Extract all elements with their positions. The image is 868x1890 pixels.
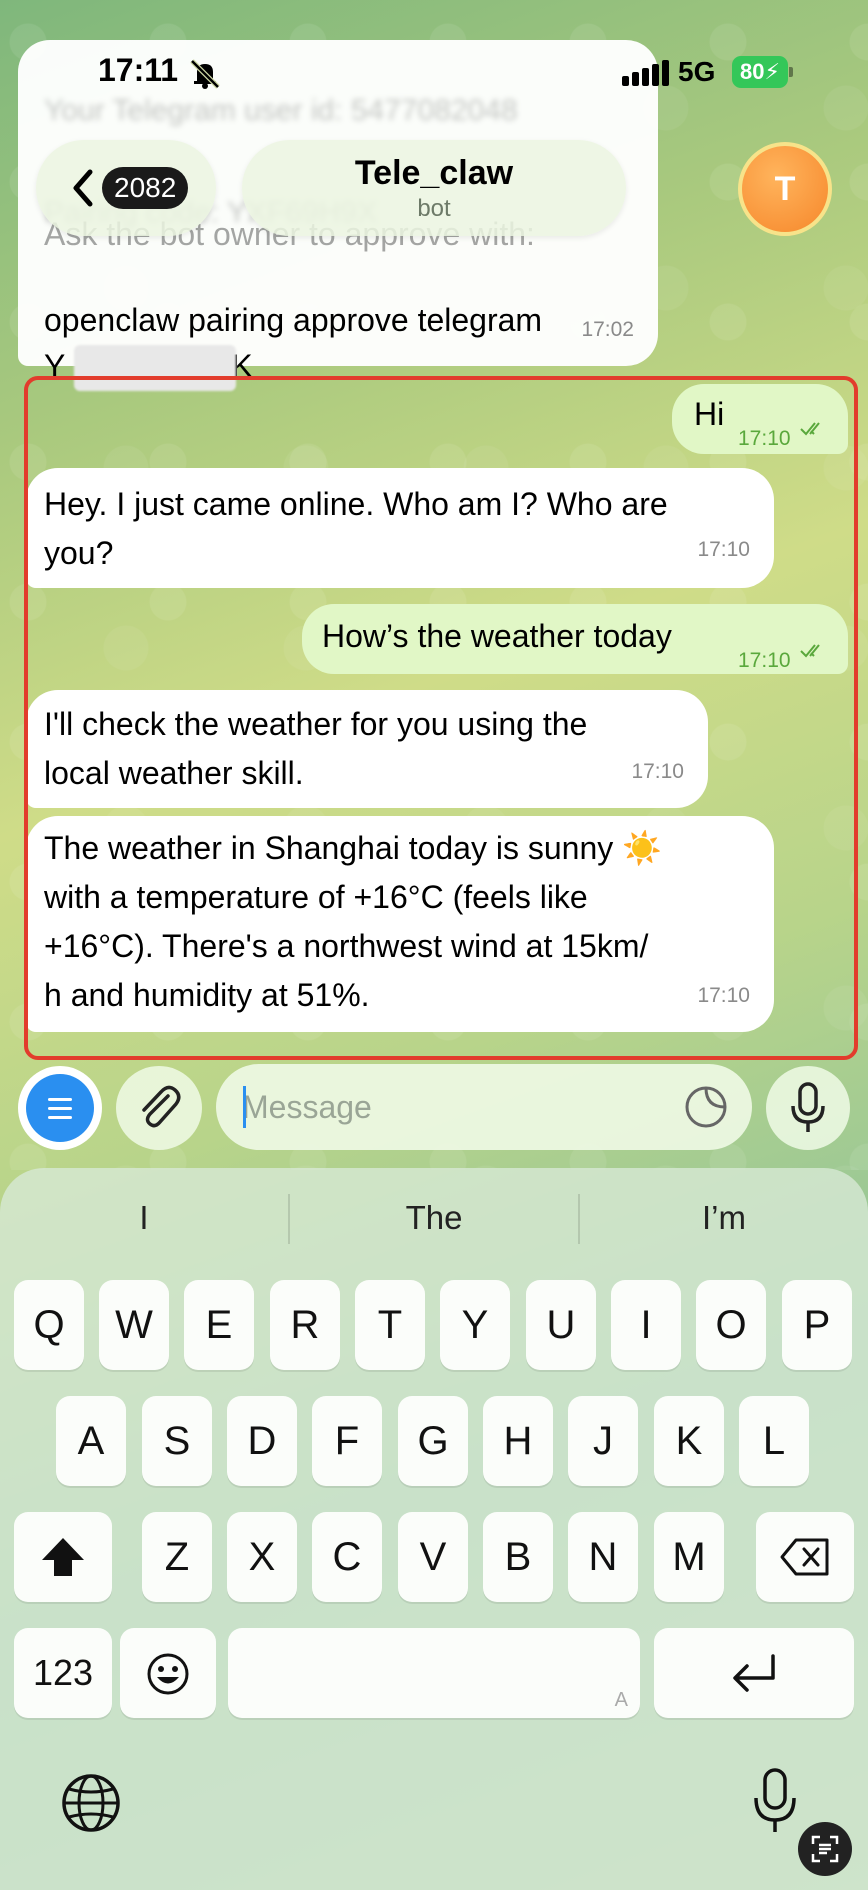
shift-key[interactable] <box>14 1512 112 1602</box>
message-time: 17:02 <box>581 318 634 341</box>
paperclip-icon <box>142 1085 181 1128</box>
highlight-frame <box>24 376 858 1060</box>
menu-icon <box>26 1074 94 1142</box>
sticker-icon[interactable] <box>684 1085 728 1129</box>
key-m[interactable]: M <box>654 1512 724 1602</box>
key-v[interactable]: V <box>398 1512 468 1602</box>
key-b[interactable]: B <box>483 1512 553 1602</box>
return-key[interactable] <box>654 1628 854 1718</box>
key-n[interactable]: N <box>568 1512 638 1602</box>
key-k[interactable]: K <box>654 1396 724 1486</box>
battery-level: 80⚡ <box>732 56 788 88</box>
shift-icon <box>42 1538 84 1576</box>
key-c[interactable]: C <box>312 1512 382 1602</box>
signal-icon <box>622 60 672 86</box>
emoji-key[interactable] <box>120 1628 216 1718</box>
space-key-hint: A <box>614 1689 628 1711</box>
numbers-key[interactable]: 123 <box>14 1628 112 1718</box>
chat-header[interactable]: Tele_claw bot <box>242 140 626 236</box>
emoji-icon <box>147 1653 189 1695</box>
chat-title: Tele_claw <box>354 154 514 192</box>
key-g[interactable]: G <box>398 1396 468 1486</box>
network-type: 5G <box>678 56 716 87</box>
battery-tip <box>789 67 793 77</box>
space-key[interactable]: A <box>228 1628 640 1718</box>
back-button[interactable]: 2082 <box>36 140 216 236</box>
scan-text-icon <box>811 1835 839 1863</box>
status-time: 17:11 <box>98 52 179 88</box>
key-t[interactable]: T <box>355 1280 425 1370</box>
key-y[interactable]: Y <box>440 1280 510 1370</box>
bell-slash-icon <box>190 59 220 89</box>
chat-subtitle: bot <box>417 195 451 222</box>
key-r[interactable]: R <box>270 1280 340 1370</box>
microphone-icon[interactable] <box>752 1768 798 1834</box>
avatar[interactable]: T <box>738 142 832 236</box>
key-j[interactable]: J <box>568 1396 638 1486</box>
suggestion[interactable]: I <box>0 1188 288 1248</box>
text-scan-button[interactable] <box>798 1822 852 1876</box>
voice-button[interactable] <box>766 1066 850 1150</box>
key-u[interactable]: U <box>526 1280 596 1370</box>
key-q[interactable]: Q <box>14 1280 84 1370</box>
key-p[interactable]: P <box>782 1280 852 1370</box>
key-i[interactable]: I <box>611 1280 681 1370</box>
globe-icon[interactable] <box>60 1772 122 1834</box>
key-h[interactable]: H <box>483 1396 553 1486</box>
key-s[interactable]: S <box>142 1396 212 1486</box>
message-text-line: openclaw pairing approve telegram <box>44 302 543 338</box>
key-w[interactable]: W <box>99 1280 169 1370</box>
text-caret <box>243 1086 246 1128</box>
key-e[interactable]: E <box>184 1280 254 1370</box>
key-d[interactable]: D <box>227 1396 297 1486</box>
key-l[interactable]: L <box>739 1396 809 1486</box>
attach-button[interactable] <box>116 1066 202 1150</box>
key-o[interactable]: O <box>696 1280 766 1370</box>
return-icon <box>733 1654 775 1692</box>
microphone-icon <box>791 1082 825 1132</box>
unread-count-badge: 2082 <box>102 167 189 209</box>
key-f[interactable]: F <box>312 1396 382 1486</box>
backspace-icon <box>780 1538 829 1576</box>
status-bar: 17:11 5G 80⚡ <box>0 0 868 140</box>
key-a[interactable]: A <box>56 1396 126 1486</box>
suggestion[interactable]: The <box>290 1188 578 1248</box>
menu-button[interactable] <box>18 1066 102 1150</box>
message-input[interactable] <box>216 1064 752 1150</box>
key-z[interactable]: Z <box>142 1512 212 1602</box>
chevron-left-icon <box>73 169 93 207</box>
suggestion[interactable]: I’m <box>580 1188 868 1248</box>
delete-key[interactable] <box>756 1512 854 1602</box>
key-x[interactable]: X <box>227 1512 297 1602</box>
